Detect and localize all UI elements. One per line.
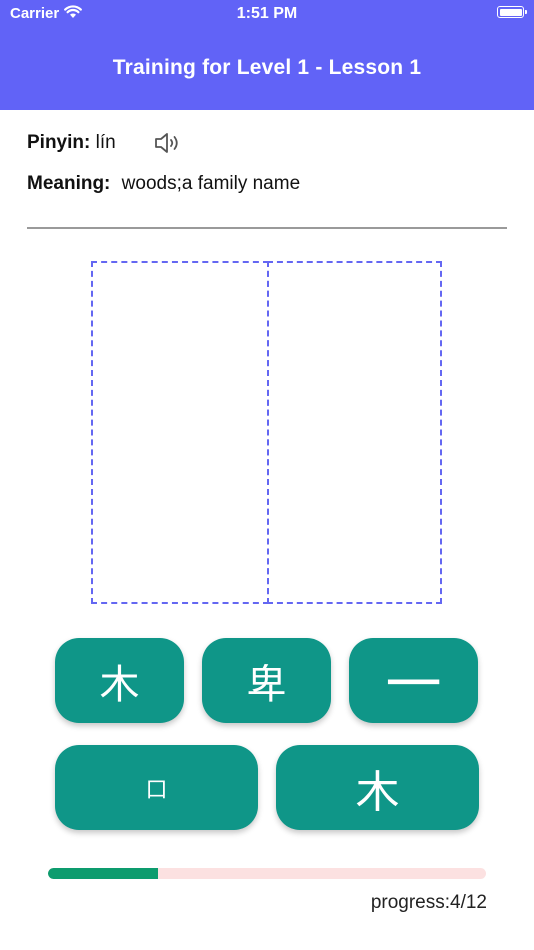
- component-tile[interactable]: 卑: [202, 638, 331, 723]
- status-bar: Carrier 1:51 PM: [0, 0, 534, 28]
- divider: [27, 227, 507, 229]
- progress-bar: [48, 868, 486, 879]
- pinyin-value: lín: [95, 132, 116, 153]
- progress-bar-fill: [48, 868, 158, 879]
- meaning-label: Meaning:: [27, 173, 111, 194]
- meaning-value: woods;a family name: [121, 173, 301, 194]
- speaker-icon[interactable]: [153, 130, 183, 156]
- component-tile[interactable]: 木: [55, 638, 184, 723]
- component-tile[interactable]: 木: [276, 745, 479, 830]
- page-title: Training for Level 1 - Lesson 1: [112, 56, 422, 79]
- progress-label: progress:4/12: [370, 892, 487, 913]
- component-tile[interactable]: 口: [55, 745, 258, 830]
- pinyin-label: Pinyin:: [27, 132, 91, 153]
- navigation-bar: Carrier 1:51 PM Training for Level 1 - L…: [0, 0, 534, 110]
- battery-icon: [497, 6, 527, 18]
- character-drop-zone: [91, 261, 442, 604]
- drop-slot-right[interactable]: [267, 261, 442, 604]
- meaning-row: Meaning: woods;a family name: [27, 173, 300, 195]
- status-time: 1:51 PM: [236, 5, 298, 22]
- component-tile[interactable]: 一: [349, 638, 478, 723]
- pinyin-row: Pinyin: lín: [27, 132, 116, 154]
- drop-slot-left[interactable]: [91, 261, 269, 604]
